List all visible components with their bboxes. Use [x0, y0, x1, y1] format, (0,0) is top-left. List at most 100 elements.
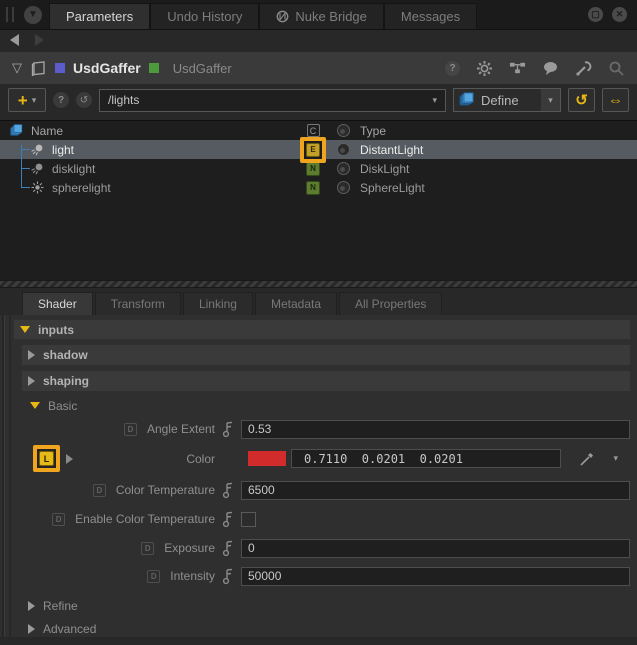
default-state-badge[interactable]: D [141, 542, 154, 555]
pane-drag-handle[interactable] [6, 7, 14, 22]
fcurve-icon[interactable] [215, 482, 241, 499]
edit-column-header[interactable]: C [307, 124, 320, 137]
param-label: Enable Color Temperature [75, 512, 215, 526]
nuke-logo-icon [276, 10, 289, 23]
tab-messages[interactable]: Messages [384, 3, 477, 29]
light-row-spherelight[interactable]: spherelight N SphereLight [0, 178, 637, 197]
back-icon[interactable] [10, 34, 19, 46]
expand-color-icon[interactable] [66, 454, 73, 464]
param-label: Color Temperature [116, 483, 215, 497]
comment-icon[interactable] [542, 60, 559, 77]
search-icon[interactable] [608, 60, 625, 77]
light-name: spherelight [52, 181, 111, 195]
node-title: UsdGaffer [73, 60, 141, 76]
intensity-input[interactable]: 50000 [241, 567, 630, 586]
define-dropdown[interactable]: Define ▾ [453, 88, 561, 112]
exposure-input[interactable]: 0 [241, 539, 630, 558]
enable-color-temperature-checkbox[interactable] [241, 512, 256, 527]
angle-extent-input[interactable]: 0.53 [241, 420, 630, 439]
eyedropper-icon[interactable] [579, 451, 595, 467]
path-dropdown-icon[interactable]: ▾ [432, 95, 437, 106]
define-caret[interactable]: ▾ [541, 89, 560, 111]
pane-menu-button[interactable]: ▼ [24, 6, 42, 24]
section-advanced[interactable]: Advanced [0, 620, 637, 637]
help-icon[interactable]: ? [445, 61, 460, 76]
section-shaping[interactable]: shaping [22, 371, 630, 391]
color-values-input[interactable]: 0.7110 0.0201 0.0201 [291, 449, 561, 468]
collapse-node-icon[interactable]: ▽ [12, 60, 22, 76]
type-column-header[interactable]: Type [360, 124, 637, 138]
splitter-handle[interactable] [0, 280, 637, 288]
color-swatch[interactable] [248, 451, 286, 466]
mute-toggle-icon[interactable] [337, 143, 350, 156]
tab-parameters[interactable]: Parameters [49, 3, 150, 29]
add-item-button[interactable]: + ▾ [8, 88, 46, 112]
annotation-highlight-edit-badge: E [300, 137, 326, 163]
panel-groove [9, 315, 11, 637]
section-shadow[interactable]: shadow [22, 345, 630, 365]
reset-icon[interactable]: ↺ [76, 92, 92, 108]
section-refine[interactable]: Refine [0, 597, 637, 614]
tree-branch-stub [22, 149, 30, 150]
toolbar-help-icon[interactable]: ? [53, 92, 69, 108]
forward-icon[interactable] [35, 34, 44, 46]
tree-branch-stub [22, 168, 30, 169]
tab-metadata[interactable]: Metadata [255, 292, 337, 315]
color-options-caret[interactable]: ▾ [613, 453, 618, 464]
section-basic[interactable]: Basic [0, 397, 637, 414]
edit-state-badge[interactable]: N [306, 162, 320, 176]
fcurve-icon[interactable] [215, 540, 241, 557]
annotation-highlight-local-badge: L [33, 445, 60, 472]
name-column-header[interactable]: Name [31, 124, 63, 138]
wrench-icon[interactable] [575, 60, 592, 77]
tab-undo-history[interactable]: Undo History [150, 3, 259, 29]
sync-button[interactable]: ⇔ [602, 88, 629, 112]
param-exposure: D Exposure 0 [0, 538, 637, 558]
spotlight-icon [31, 162, 44, 175]
fcurve-icon[interactable] [215, 421, 241, 438]
root-path-input[interactable]: /lights ▾ [99, 89, 446, 112]
fcurve-icon[interactable] [215, 511, 241, 528]
stack-cube-icon [10, 124, 23, 137]
close-pane-icon[interactable]: ✕ [612, 7, 627, 22]
section-inputs[interactable]: inputs [14, 320, 630, 339]
default-state-badge[interactable]: D [52, 513, 65, 526]
parameter-tabs: Shader Transform Linking Metadata All Pr… [0, 288, 637, 315]
edit-state-badge[interactable]: E [306, 143, 320, 157]
expanded-triangle-icon [30, 402, 40, 409]
pane-tab-bar: ▼ Parameters Undo History Nuke Bridge Me… [0, 0, 637, 30]
default-state-badge[interactable]: D [124, 423, 137, 436]
edit-state-badge[interactable]: N [306, 181, 320, 195]
refresh-button[interactable]: ↺ [568, 88, 595, 112]
param-color-temperature: D Color Temperature 6500 [0, 480, 637, 500]
light-type: DistantLight [360, 143, 637, 157]
mute-toggle-icon[interactable] [337, 162, 350, 175]
node-graph-icon[interactable] [509, 60, 526, 77]
param-enable-color-temperature: D Enable Color Temperature [0, 508, 637, 530]
local-state-badge[interactable]: L [39, 451, 54, 466]
define-label: Define [481, 93, 519, 108]
mute-toggle-icon[interactable] [337, 181, 350, 194]
float-pane-icon[interactable]: ▢ [588, 7, 603, 22]
gear-icon[interactable] [476, 60, 493, 77]
tab-nuke-bridge[interactable]: Nuke Bridge [259, 3, 384, 29]
color-temperature-input[interactable]: 6500 [241, 481, 630, 500]
mute-column-header-icon[interactable] [337, 124, 350, 137]
light-type: SphereLight [360, 181, 637, 195]
fcurve-icon[interactable] [215, 568, 241, 585]
collapsed-triangle-icon [28, 376, 35, 386]
default-state-badge[interactable]: D [147, 570, 160, 583]
tab-all-properties[interactable]: All Properties [339, 292, 442, 315]
refresh-icon: ↺ [575, 91, 588, 109]
default-state-badge[interactable]: D [93, 484, 106, 497]
light-row-light[interactable]: light E DistantLight [0, 140, 637, 159]
node-subtitle: UsdGaffer [173, 61, 232, 76]
tree-branch-stub [22, 187, 30, 188]
define-cube-icon [459, 92, 475, 108]
tab-shader[interactable]: Shader [22, 292, 93, 315]
tab-transform[interactable]: Transform [95, 292, 181, 315]
light-name: disklight [52, 162, 95, 176]
light-name: light [52, 143, 74, 157]
tab-linking[interactable]: Linking [183, 292, 253, 315]
param-label: Exposure [164, 541, 215, 555]
